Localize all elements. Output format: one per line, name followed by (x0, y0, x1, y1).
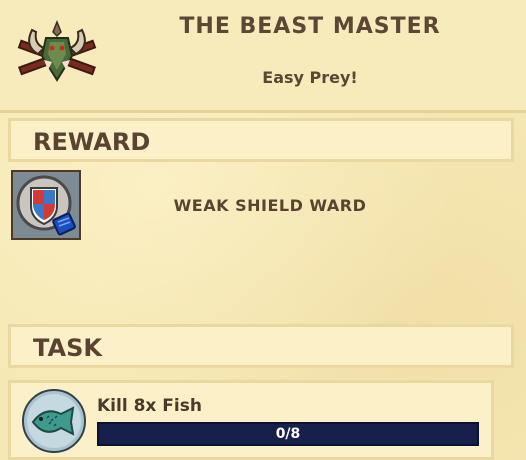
quest-subtitle: Easy Prey! (262, 68, 358, 87)
reward-section-header: REWARD (8, 118, 514, 162)
task-progress-bar: 0/8 (97, 422, 479, 446)
shield-ward-icon (16, 175, 76, 236)
task-label: Kill 8x Fish (97, 396, 202, 416)
task-section-header: TASK (8, 324, 514, 368)
task-section-title: TASK (33, 334, 102, 362)
reward-item-name: WEAK SHIELD WARD (173, 196, 367, 215)
reward-section-title: REWARD (33, 128, 151, 156)
horned-beast-crossbow-icon (17, 20, 97, 82)
task-progress-text: 0/8 (275, 426, 301, 442)
quest-title: THE BEAST MASTER (179, 14, 441, 39)
fish-icon (22, 389, 86, 453)
quest-header: THE BEAST MASTER Easy Prey! (0, 0, 526, 113)
reward-item-slot[interactable] (11, 170, 81, 240)
